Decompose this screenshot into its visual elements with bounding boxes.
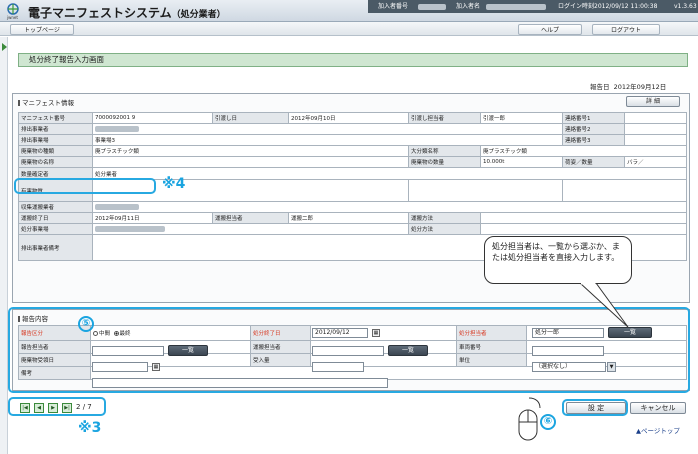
disposal-site	[92, 223, 409, 235]
table-row: 運搬終了日 2012年09月11日 運搬担当者 運搬二郎 運搬方法	[18, 212, 687, 224]
page-top-link[interactable]: ▲ページトップ	[636, 425, 680, 435]
discharger-value	[92, 123, 563, 135]
transport-method	[480, 212, 687, 224]
annotation-mark-4: ※4	[162, 176, 186, 192]
waste-type-label: 廃棄物の種類	[18, 145, 93, 157]
header-info-bar: 加入者番号 加入者名 ログイン時刻 2012/09/12 11:00:38 v1…	[368, 0, 698, 13]
table-row: 排出事業者 連絡番号2	[18, 123, 687, 135]
collector-value	[92, 201, 687, 213]
quantity: 10.000t	[480, 156, 563, 168]
delivery-person-label: 引渡し担当者	[408, 112, 481, 124]
top-page-button[interactable]: トップページ	[10, 24, 74, 35]
category: 廃プラスチック類	[480, 145, 687, 157]
delivery-date: 2012年09月10日	[288, 112, 409, 124]
manifest-no: 7000092001 9	[92, 112, 213, 124]
site-value: 事業場3	[92, 134, 563, 146]
annotation-callout: 処分担当者は、一覧から選ぶか、または処分担当者を直接入力します。	[484, 236, 632, 284]
packing-label: 荷姿／数量	[562, 156, 625, 168]
table-row: 処分事業場 処分方法	[18, 223, 687, 235]
manifest-section-header: マニフェスト情報	[18, 97, 74, 107]
annotation-circle-5: ⑤	[78, 316, 94, 332]
annotation-box-3	[8, 397, 106, 416]
delivery-date-label: 引渡し日	[212, 112, 289, 124]
contact1-value	[624, 112, 687, 124]
annotation-box-4	[14, 178, 156, 194]
cancel-button[interactable]: キャンセル	[630, 402, 686, 414]
table-row: マニフェスト番号 7000092001 9 引渡し日 2012年09月10日 引…	[18, 112, 687, 124]
jw-logo-icon: jwnet	[6, 3, 19, 20]
contact2-label: 連絡番号2	[562, 123, 625, 135]
annotation-box-6	[562, 399, 628, 416]
hazard-value-2	[408, 179, 563, 202]
transporter-label: 運搬担当者	[212, 212, 289, 224]
detail-button[interactable]: 詳 細	[626, 96, 680, 107]
help-button[interactable]: ヘルプ	[518, 24, 582, 35]
table-row: 排出事業場 事業場3 連絡番号3	[18, 134, 687, 146]
disposal-site-label: 処分事業場	[18, 223, 93, 235]
site-label: 排出事業場	[18, 134, 93, 146]
logout-button[interactable]: ログアウト	[592, 24, 660, 35]
table-row: 廃棄物の種類 廃プラスチック類 大分類名称 廃プラスチック類	[18, 145, 687, 157]
annotation-mark-3: ※3	[78, 420, 102, 436]
discharger-label: 排出事業者	[18, 123, 93, 135]
transport-method-label: 運搬方法	[408, 212, 481, 224]
annotation-circle-6: ⑥	[540, 414, 556, 430]
waste-name	[92, 156, 409, 168]
transport-end-label: 運搬終了日	[18, 212, 93, 224]
page-title: 処分終了報告入力画面	[18, 53, 688, 67]
expand-arrow-icon[interactable]	[2, 43, 7, 51]
contact1-label: 連絡番号1	[562, 112, 625, 124]
contact2-value	[624, 123, 687, 135]
report-date: 報告日 2012年09月12日	[590, 83, 667, 91]
app-title: 電子マニフェストシステム（処分業者）	[28, 6, 226, 20]
transporter: 運搬二郎	[288, 212, 409, 224]
manifest-no-label: マニフェスト番号	[18, 112, 93, 124]
quantity-label: 廃棄物の数量	[408, 156, 481, 168]
waste-type: 廃プラスチック類	[92, 145, 409, 157]
table-row: 廃棄物の名称 廃棄物の数量 10.000t 荷姿／数量 バラ／	[18, 156, 687, 168]
side-toggle-bar[interactable]	[0, 37, 8, 454]
mouse-icon	[518, 397, 541, 441]
callout-arrow-icon	[579, 283, 629, 328]
disposal-method-label: 処分方法	[408, 223, 481, 235]
packing: バラ／	[624, 156, 687, 168]
category-label: 大分類名称	[408, 145, 481, 157]
table-row: 収集運搬業者	[18, 201, 687, 213]
hazard-value-3	[562, 179, 687, 202]
transport-end: 2012年09月11日	[92, 212, 213, 224]
remarks-label: 排出事業者備考	[18, 234, 93, 261]
contact3-label: 連絡番号3	[562, 134, 625, 146]
collector-label: 収集運搬業者	[18, 201, 93, 213]
delivery-person: 引渡一郎	[480, 112, 563, 124]
contact3-value	[624, 134, 687, 146]
disposal-method	[480, 223, 687, 235]
waste-name-label: 廃棄物の名称	[18, 156, 93, 168]
svg-text:jwnet: jwnet	[6, 15, 18, 20]
